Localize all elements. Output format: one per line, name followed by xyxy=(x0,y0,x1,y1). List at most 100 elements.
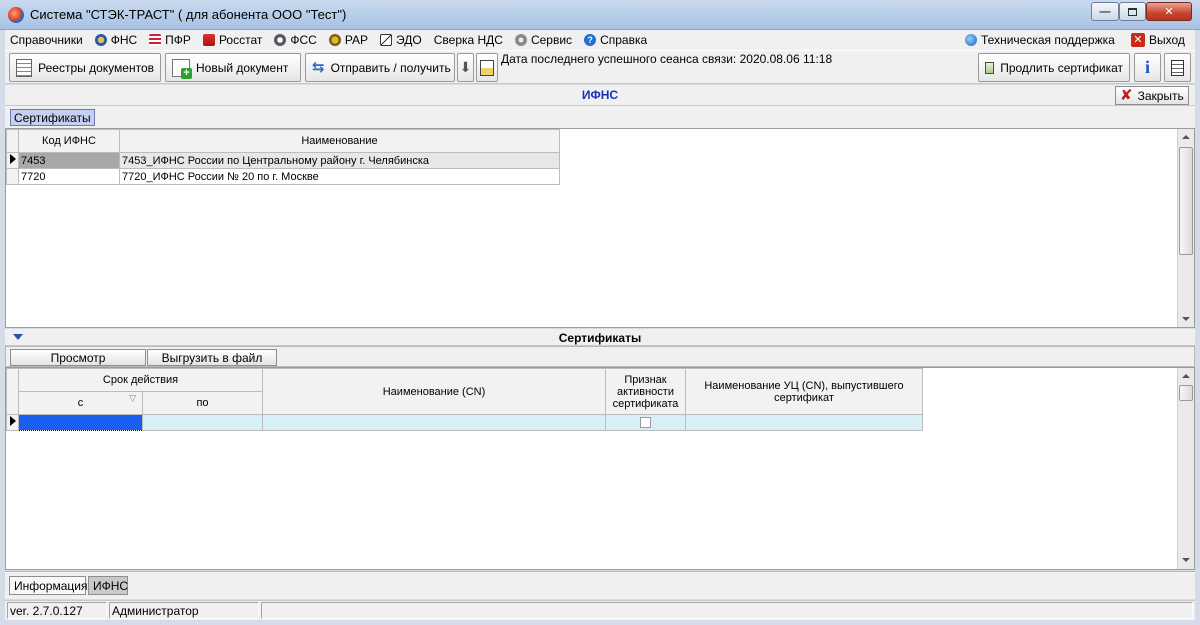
bottom-tabstrip: Информация ИФНС xyxy=(5,571,1195,599)
window-close-button[interactable]: ✕ xyxy=(1146,2,1192,21)
menu-service[interactable]: Сервис xyxy=(510,30,579,50)
info-button[interactable]: i xyxy=(1134,53,1161,82)
window-title: Система "СТЭК-ТРАСТ" ( для абонента ООО … xyxy=(30,7,347,22)
scroll-down-icon[interactable] xyxy=(1182,558,1190,562)
cell-cn[interactable] xyxy=(262,414,606,431)
maximize-icon xyxy=(1128,7,1137,16)
tab-ifns[interactable]: ИФНС xyxy=(88,576,128,595)
renew-certificate-button[interactable]: Продлить сертификат xyxy=(978,53,1130,82)
view-button[interactable]: Просмотр xyxy=(10,349,146,366)
menu-sverka-nds[interactable]: Сверка НДС xyxy=(429,30,510,50)
scroll-down-icon[interactable] xyxy=(1182,317,1190,321)
download-arrow-button[interactable]: ⬇ xyxy=(457,53,474,82)
certificates-button-bar: Просмотр Выгрузить в файл xyxy=(5,346,1195,367)
column-header-validity[interactable]: Срок действия xyxy=(18,368,263,392)
new-document-icon: + xyxy=(172,58,192,79)
menu-label: ПФР xyxy=(165,33,191,47)
cell-active[interactable] xyxy=(605,414,686,431)
minimize-button[interactable]: — xyxy=(1091,2,1119,21)
table-row[interactable]: 7453 7453_ИФНС России по Центральному ра… xyxy=(6,152,560,169)
column-header-issuer[interactable]: Наименование УЦ (CN), выпустившего серти… xyxy=(685,368,923,415)
fns-icon xyxy=(94,34,107,46)
fss-icon xyxy=(274,34,287,46)
cell-name[interactable]: 7720_ИФНС России № 20 по г. Москве xyxy=(119,168,560,185)
button-label: Реестры документов xyxy=(38,60,154,75)
row-indicator-header xyxy=(6,368,19,415)
scroll-up-icon[interactable] xyxy=(1182,135,1190,139)
table-header-row: Срок действия Наименование (CN) Признак … xyxy=(6,368,923,415)
menu-help[interactable]: ? Справка xyxy=(579,30,654,50)
new-document-button[interactable]: + Новый документ xyxy=(165,53,301,82)
panel-header: ИФНС ✘ Закрыть xyxy=(5,85,1195,106)
status-extra xyxy=(261,602,1193,619)
document-icon xyxy=(1171,59,1184,76)
menu-bar: Справочники ФНС ПФР Росстат ФСС РАР ЭДО … xyxy=(5,30,1195,50)
table-row[interactable] xyxy=(6,414,923,431)
ifns-grid-scrollbar[interactable] xyxy=(1177,129,1194,327)
cell-issuer[interactable] xyxy=(685,414,923,431)
column-header-cn[interactable]: Наименование (CN) xyxy=(262,368,606,415)
cell-code[interactable]: 7453 xyxy=(18,152,120,169)
tab-certificates[interactable]: Сертификаты xyxy=(10,109,95,126)
cell-code[interactable]: 7720 xyxy=(18,168,120,185)
registries-button[interactable]: Реестры документов xyxy=(9,53,161,82)
cell-name[interactable]: 7453_ИФНС России по Центральному району … xyxy=(119,152,560,169)
maximize-button[interactable] xyxy=(1119,2,1146,21)
menu-edo[interactable]: ЭДО xyxy=(375,30,429,50)
menu-pfr[interactable]: ПФР xyxy=(144,30,198,50)
gear-icon xyxy=(514,34,527,46)
menu-spravochniki[interactable]: Справочники xyxy=(5,30,90,50)
current-row-icon xyxy=(9,416,16,426)
export-to-file-button[interactable]: Выгрузить в файл xyxy=(147,349,277,366)
menu-label: Техническая поддержка xyxy=(981,33,1115,47)
column-header-to[interactable]: по xyxy=(142,391,263,415)
button-label: Новый документ xyxy=(196,60,289,75)
cell-to[interactable] xyxy=(142,414,263,431)
menu-exit[interactable]: ✕ Выход xyxy=(1131,30,1185,50)
rar-icon xyxy=(328,34,341,46)
active-checkbox[interactable] xyxy=(640,417,651,429)
pfr-icon xyxy=(149,34,162,46)
column-header-active[interactable]: Признак активности сертификата xyxy=(605,368,686,415)
edo-icon xyxy=(380,34,393,46)
app-logo-icon xyxy=(8,7,24,23)
ifns-table: Код ИФНС Наименование 7453 7453_ИФНС Рос… xyxy=(6,129,560,185)
table-row[interactable]: 7720 7720_ИФНС России № 20 по г. Москве xyxy=(6,168,560,185)
scroll-thumb[interactable] xyxy=(1179,385,1193,401)
scroll-thumb[interactable] xyxy=(1179,147,1193,255)
report-button[interactable] xyxy=(1164,53,1191,82)
column-header-from[interactable]: с ▽ xyxy=(18,391,143,415)
row-indicator-header xyxy=(6,129,19,153)
send-receive-button[interactable]: ⇆ Отправить / получить xyxy=(305,53,455,82)
menu-label: ЭДО xyxy=(396,33,422,47)
row-indicator xyxy=(6,414,19,431)
button-label: Закрыть xyxy=(1137,88,1184,103)
certificates-header: Сертификаты xyxy=(5,329,1195,346)
menu-label: Сервис xyxy=(530,33,573,47)
tab-information[interactable]: Информация xyxy=(9,576,87,595)
column-header-code[interactable]: Код ИФНС xyxy=(18,129,120,153)
menu-rosstat[interactable]: Росстат xyxy=(198,30,269,50)
menu-label: Сверка НДС xyxy=(433,33,503,47)
archive-button[interactable] xyxy=(476,53,498,82)
cell-from[interactable] xyxy=(18,414,143,431)
help-icon: ? xyxy=(584,34,597,46)
menu-label: ФСС xyxy=(290,33,317,47)
close-icon: ✕ xyxy=(1164,6,1174,18)
row-indicator xyxy=(6,168,19,185)
send-receive-icon: ⇆ xyxy=(312,58,325,76)
menu-label: Выход xyxy=(1149,33,1185,47)
certificates-grid-scrollbar[interactable] xyxy=(1177,368,1194,569)
status-user: Администратор xyxy=(109,602,259,619)
menu-rar[interactable]: РАР xyxy=(324,30,375,50)
column-header-name[interactable]: Наименование xyxy=(119,129,560,153)
top-tabstrip: Сертификаты xyxy=(5,106,1195,128)
row-indicator xyxy=(6,152,19,169)
current-row-icon xyxy=(9,154,16,164)
scroll-up-icon[interactable] xyxy=(1182,374,1190,378)
menu-tech-support[interactable]: Техническая поддержка xyxy=(965,30,1115,50)
close-panel-button[interactable]: ✘ Закрыть xyxy=(1115,86,1189,105)
menu-fns[interactable]: ФНС xyxy=(90,30,144,50)
menu-fss[interactable]: ФСС xyxy=(269,30,323,50)
menu-label: РАР xyxy=(344,33,369,47)
